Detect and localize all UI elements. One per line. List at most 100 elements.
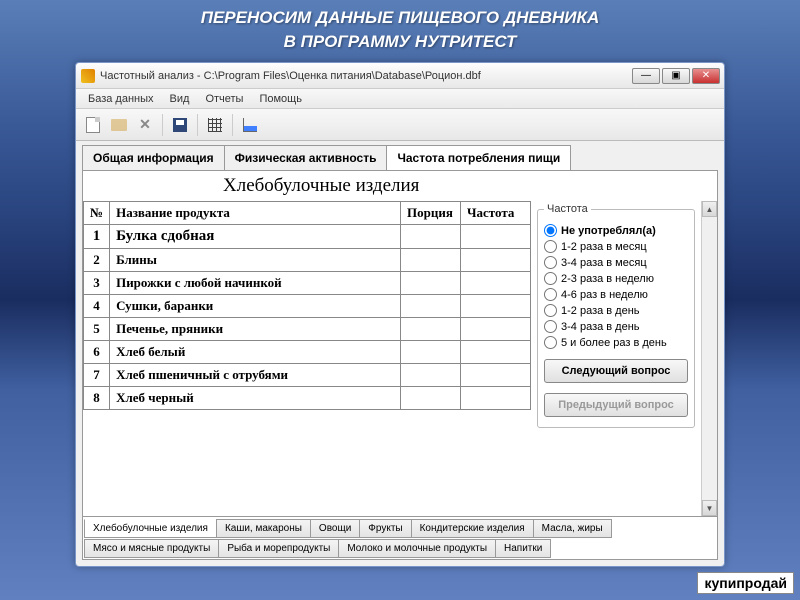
radio-input[interactable]	[544, 240, 557, 253]
category-tab[interactable]: Масла, жиры	[533, 519, 612, 538]
overlay-title-line1: ПЕРЕНОСИМ ДАННЫЕ ПИЩЕВОГО ДНЕВНИКА	[0, 0, 800, 32]
frequency-option-label: 1-2 раза в месяц	[561, 241, 647, 253]
frequency-option-label: 1-2 раза в день	[561, 305, 640, 317]
cell-num: 5	[84, 318, 110, 341]
table-row[interactable]: 7Хлеб пшеничный с отрубями	[84, 364, 531, 387]
frequency-option-label: 5 и более раз в день	[561, 337, 667, 349]
scroll-up-icon[interactable]: ▲	[702, 201, 717, 217]
table-row[interactable]: 8Хлеб черный	[84, 387, 531, 410]
radio-input[interactable]	[544, 336, 557, 349]
category-tab[interactable]: Молоко и молочные продукты	[338, 539, 496, 558]
chart-icon	[243, 118, 257, 132]
table-row[interactable]: 6Хлеб белый	[84, 341, 531, 364]
prev-question-button[interactable]: Предыдущий вопрос	[544, 393, 688, 417]
frequency-option[interactable]: 5 и более раз в день	[544, 336, 688, 349]
main-tab[interactable]: Физическая активность	[224, 145, 388, 170]
cell-portion[interactable]	[401, 387, 461, 410]
category-tab[interactable]: Кондитерские изделия	[411, 519, 534, 538]
category-tab[interactable]: Хлебобулочные изделия	[84, 519, 217, 538]
cell-name: Блины	[110, 249, 401, 272]
cell-name: Хлеб белый	[110, 341, 401, 364]
chart-button[interactable]	[239, 114, 261, 136]
category-tab[interactable]: Напитки	[495, 539, 551, 558]
close-button[interactable]: ✕	[692, 68, 720, 84]
cell-portion[interactable]	[401, 318, 461, 341]
cell-num: 6	[84, 341, 110, 364]
cell-freq[interactable]	[461, 249, 531, 272]
cell-freq[interactable]	[461, 295, 531, 318]
frequency-option[interactable]: 1-2 раза в день	[544, 304, 688, 317]
radio-input[interactable]	[544, 272, 557, 285]
scroll-down-icon[interactable]: ▼	[702, 500, 717, 516]
frequency-option[interactable]: 1-2 раза в месяц	[544, 240, 688, 253]
category-tab[interactable]: Рыба и морепродукты	[218, 539, 339, 558]
table-row[interactable]: 2Блины	[84, 249, 531, 272]
cell-portion[interactable]	[401, 341, 461, 364]
radio-input[interactable]	[544, 256, 557, 269]
maximize-button[interactable]: ▣	[662, 68, 690, 84]
open-button[interactable]	[108, 114, 130, 136]
table-row[interactable]: 5Печенье, пряники	[84, 318, 531, 341]
category-tab[interactable]: Мясо и мясные продукты	[84, 539, 219, 558]
cell-name: Сушки, баранки	[110, 295, 401, 318]
grid-icon	[208, 118, 222, 132]
cell-portion[interactable]	[401, 364, 461, 387]
frequency-option[interactable]: Не употреблял(а)	[544, 224, 688, 237]
cell-freq[interactable]	[461, 364, 531, 387]
frequency-option[interactable]: 4-6 раз в неделю	[544, 288, 688, 301]
frequency-option-label: 3-4 раза в месяц	[561, 257, 647, 269]
save-button[interactable]	[169, 114, 191, 136]
cell-name: Хлеб черный	[110, 387, 401, 410]
toolbar: ✕	[76, 109, 724, 141]
cell-freq[interactable]	[461, 225, 531, 249]
table-row[interactable]: 4Сушки, баранки	[84, 295, 531, 318]
frequency-option[interactable]: 2-3 раза в неделю	[544, 272, 688, 285]
cell-num: 2	[84, 249, 110, 272]
radio-input[interactable]	[544, 224, 557, 237]
cell-portion[interactable]	[401, 295, 461, 318]
menu-reports[interactable]: Отчеты	[197, 91, 251, 107]
toolbar-separator	[162, 114, 163, 136]
grid-button[interactable]	[204, 114, 226, 136]
radio-input[interactable]	[544, 320, 557, 333]
content-panel: Хлебобулочные изделия № Название продукт…	[82, 170, 718, 560]
minimize-button[interactable]: —	[632, 68, 660, 84]
frequency-option-label: 3-4 раза в день	[561, 321, 640, 333]
menu-view[interactable]: Вид	[162, 91, 198, 107]
vertical-scrollbar[interactable]: ▲ ▼	[701, 201, 717, 516]
section-title: Хлебобулочные изделия	[83, 171, 717, 201]
cell-portion[interactable]	[401, 225, 461, 249]
main-tab[interactable]: Частота потребления пищи	[386, 145, 571, 170]
frequency-option-label: Не употреблял(а)	[561, 225, 656, 237]
category-tabs: Хлебобулочные изделияКаши, макароныОвощи…	[83, 516, 717, 559]
cell-portion[interactable]	[401, 272, 461, 295]
cell-freq[interactable]	[461, 272, 531, 295]
menu-help[interactable]: Помощь	[251, 91, 310, 107]
delete-icon: ✕	[139, 116, 151, 133]
category-tab[interactable]: Фрукты	[359, 519, 411, 538]
app-window: Частотный анализ - C:\Program Files\Оцен…	[75, 62, 725, 567]
cell-freq[interactable]	[461, 341, 531, 364]
category-tab[interactable]: Овощи	[310, 519, 360, 538]
new-button[interactable]	[82, 114, 104, 136]
frequency-option[interactable]: 3-4 раза в месяц	[544, 256, 688, 269]
main-tab[interactable]: Общая информация	[82, 145, 225, 170]
cell-portion[interactable]	[401, 249, 461, 272]
frequency-option[interactable]: 3-4 раза в день	[544, 320, 688, 333]
col-name: Название продукта	[110, 202, 401, 225]
radio-input[interactable]	[544, 304, 557, 317]
frequency-panel: Частота Не употреблял(а)1-2 раза в месяц…	[531, 201, 701, 516]
table-row[interactable]: 1Булка сдобная	[84, 225, 531, 249]
frequency-option-label: 2-3 раза в неделю	[561, 273, 654, 285]
col-num: №	[84, 202, 110, 225]
next-question-button[interactable]: Следующий вопрос	[544, 359, 688, 383]
category-tab[interactable]: Каши, макароны	[216, 519, 311, 538]
toolbar-separator	[232, 114, 233, 136]
titlebar: Частотный анализ - C:\Program Files\Оцен…	[76, 63, 724, 89]
cell-freq[interactable]	[461, 387, 531, 410]
table-row[interactable]: 3Пирожки с любой начинкой	[84, 272, 531, 295]
radio-input[interactable]	[544, 288, 557, 301]
menu-database[interactable]: База данных	[80, 91, 162, 107]
delete-button[interactable]: ✕	[134, 114, 156, 136]
cell-freq[interactable]	[461, 318, 531, 341]
